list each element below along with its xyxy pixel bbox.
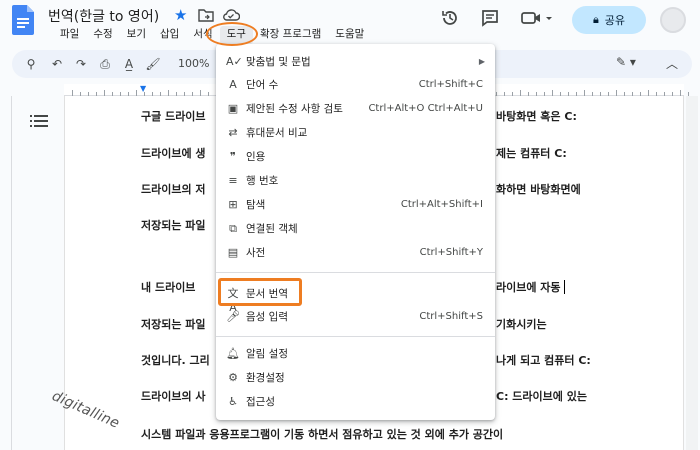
- doc-fragment-6: 기화시키는: [496, 318, 547, 331]
- tools-item-explore[interactable]: ⊞ 탐색 Ctrl+Alt+Shift+I: [216, 193, 495, 217]
- line-numbers-icon: ≡: [228, 174, 238, 187]
- tools-item-word-count[interactable]: A 단어 수 Ctrl+Shift+C: [216, 73, 495, 97]
- share-button[interactable]: 🔒︎ 공유: [572, 6, 646, 34]
- spellcheck-toolbar-icon[interactable]: A̲: [120, 55, 138, 73]
- undo-icon[interactable]: ↶: [48, 55, 66, 73]
- doc-line-1: 구글 드라이브: [141, 110, 206, 123]
- tools-menu-dropdown: A✓ 맞춤법 및 문법 ▶ A 단어 수 Ctrl+Shift+C ▣ 제안된 …: [216, 44, 495, 420]
- editing-mode-icon[interactable]: ✎ ▾: [616, 55, 636, 69]
- highlight-tools-menu: [206, 22, 258, 46]
- star-icon[interactable]: ★: [174, 6, 187, 24]
- doc-line-2: 드라이브에 생: [141, 147, 206, 160]
- doc-line-3: 드라이브의 저: [141, 183, 206, 196]
- doc-line-9: 시스템 파일과 응용프로그램이 기동 하면서 점유하고 있는 것 외에 추가 공…: [141, 428, 504, 441]
- version-history-icon[interactable]: [440, 8, 460, 28]
- menu-insert[interactable]: 삽입: [153, 26, 186, 44]
- doc-fragment-3: 화하면 바탕화면에: [496, 183, 581, 196]
- account-avatar[interactable]: [660, 7, 686, 33]
- explore-icon: ⊞: [228, 198, 238, 211]
- title-bar: 번역(한글 to 영어) ★ 파일 수정 보기 삽입 서식 도구 확장 프로그램…: [0, 0, 700, 46]
- zoom-select[interactable]: 100%: [178, 55, 209, 73]
- menu-file[interactable]: 파일: [48, 26, 86, 44]
- comments-icon[interactable]: [480, 8, 500, 28]
- doc-fragment-5: 라이브에 자동: [496, 279, 565, 295]
- vertical-ruler[interactable]: [0, 96, 12, 450]
- tools-item-spelling[interactable]: A✓ 맞춤법 및 문법 ▶: [216, 50, 495, 74]
- doc-line-4: 저장되는 파일: [141, 219, 206, 232]
- doc-line-6: 저장되는 파일: [141, 318, 206, 331]
- tools-item-dictionary[interactable]: ▤ 사전 Ctrl+Shift+Y: [216, 241, 495, 265]
- docs-logo-icon[interactable]: [12, 5, 34, 35]
- doc-fragment-8: C: 드라이브에 있는: [496, 390, 587, 403]
- doc-fragment-7: 나게 되고 컴퓨터 C:: [496, 354, 591, 367]
- doc-fragment-1: 바탕화면 혹은 C:: [496, 110, 577, 123]
- citations-icon: ❞: [230, 150, 236, 163]
- tools-item-citations[interactable]: ❞ 인용: [216, 145, 495, 169]
- doc-fragment-2: 제는 컴퓨터 C:: [496, 147, 567, 160]
- dictionary-icon: ▤: [227, 246, 239, 259]
- document-outline-icon[interactable]: [30, 114, 48, 128]
- share-label: 공유: [604, 14, 626, 27]
- tools-item-compare[interactable]: ⇄ 휴대문서 비교: [216, 121, 495, 145]
- tools-item-review-edits[interactable]: ▣ 제안된 수정 사항 검토 Ctrl+Alt+O Ctrl+Alt+U: [216, 97, 495, 121]
- vertical-scrollbar[interactable]: [686, 96, 698, 450]
- word-count-icon: A: [229, 78, 237, 91]
- spellcheck-icon: A✓: [226, 55, 243, 68]
- doc-line-8: 드라이브의 사: [141, 390, 206, 403]
- document-title[interactable]: 번역(한글 to 영어): [48, 6, 159, 26]
- meet-video-icon[interactable]: [520, 8, 554, 28]
- doc-line-7: 것입니다. 그리: [141, 354, 210, 367]
- bell-icon: 🔔︎: [226, 347, 240, 360]
- collapse-toolbar-icon[interactable]: ︿: [666, 55, 678, 72]
- review-suggested-edits-icon: ▣: [227, 102, 239, 115]
- accessibility-icon: ♿︎: [228, 395, 238, 408]
- linked-objects-icon: ⧉: [229, 222, 237, 235]
- menu-extensions[interactable]: 확장 프로그램: [253, 26, 328, 44]
- menu-view[interactable]: 보기: [120, 26, 153, 44]
- text-cursor: [563, 280, 565, 294]
- submenu-arrow-icon: ▶: [478, 57, 485, 66]
- menu-divider: [216, 272, 495, 273]
- paint-format-icon[interactable]: 🖌︎: [144, 55, 162, 73]
- menu-edit[interactable]: 수정: [86, 26, 119, 44]
- menu-help[interactable]: 도움말: [328, 26, 371, 44]
- print-icon[interactable]: ⎙: [96, 55, 114, 73]
- microphone-icon: 🎤︎: [226, 310, 240, 323]
- highlight-translate-item: [218, 278, 302, 306]
- search-menus-icon[interactable]: ⚲: [22, 55, 40, 73]
- lock-icon: 🔒︎: [592, 13, 599, 26]
- tools-item-notification-settings[interactable]: 🔔︎ 알림 설정: [216, 342, 495, 366]
- preferences-icon: ⚙: [228, 371, 238, 384]
- doc-line-5: 내 드라이브: [141, 281, 196, 294]
- cloud-saved-icon[interactable]: [222, 8, 240, 22]
- tools-item-preferences[interactable]: ⚙ 환경설정: [216, 366, 495, 390]
- menu-divider: [216, 336, 495, 337]
- compare-documents-icon: ⇄: [228, 126, 238, 139]
- tools-item-line-numbers[interactable]: ≡ 행 번호: [216, 169, 495, 193]
- move-folder-icon[interactable]: [198, 8, 214, 22]
- tools-item-accessibility[interactable]: ♿︎ 접근성: [216, 390, 495, 414]
- tools-item-linked-objects[interactable]: ⧉ 연결된 객체: [216, 217, 495, 241]
- tools-item-voice-typing[interactable]: 🎤︎ 음성 입력 Ctrl+Shift+S: [216, 305, 495, 329]
- redo-icon[interactable]: ↷: [72, 55, 90, 73]
